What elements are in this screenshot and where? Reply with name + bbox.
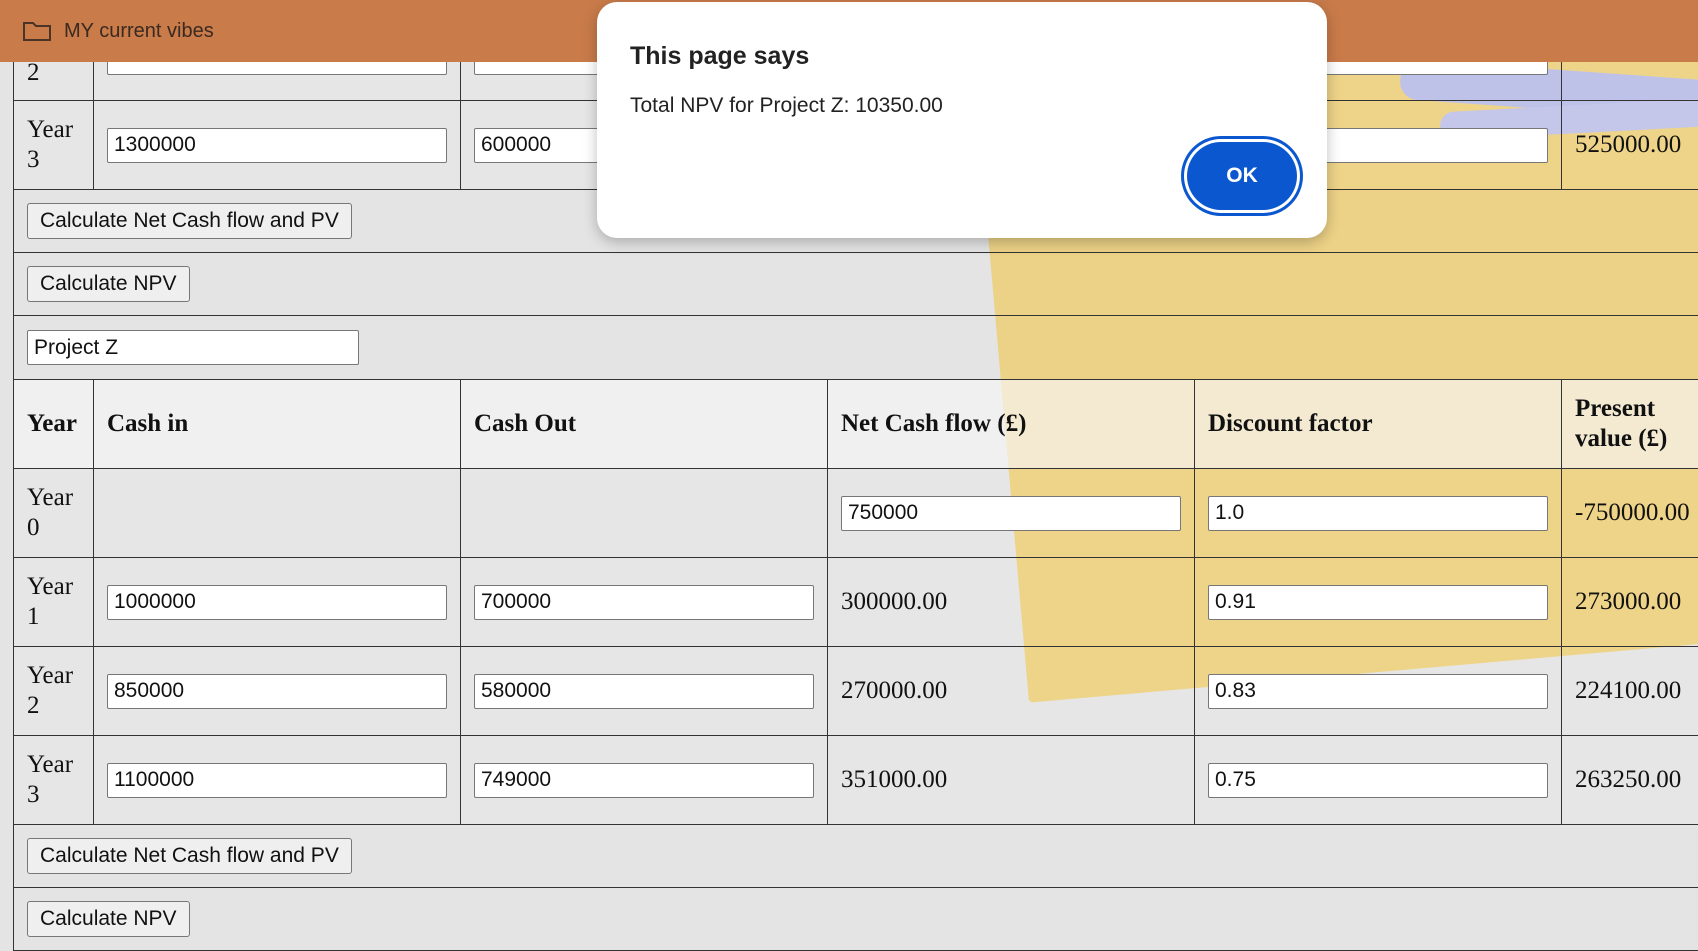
project-name-input[interactable] bbox=[27, 330, 359, 365]
cash-out-input[interactable] bbox=[474, 674, 814, 709]
cash-in-input[interactable] bbox=[107, 763, 447, 798]
col-header-year: Year bbox=[14, 380, 94, 469]
calc-npv-button[interactable]: Calculate NPV bbox=[27, 266, 190, 302]
year-label: Year 2 bbox=[14, 647, 94, 736]
dialog-title: This page says bbox=[630, 42, 809, 71]
col-header-cash-out: Cash Out bbox=[461, 380, 828, 469]
net-cash-input[interactable] bbox=[841, 496, 1181, 531]
year-label: Year 1 bbox=[14, 558, 94, 647]
window-title: MY current vibes bbox=[64, 20, 214, 43]
col-header-cash-in: Cash in bbox=[94, 380, 461, 469]
year-label: Year 3 bbox=[14, 736, 94, 825]
action-row: Calculate Net Cash flow and PV bbox=[14, 825, 1698, 888]
folder-icon bbox=[22, 20, 52, 42]
calc-npv-button[interactable]: Calculate NPV bbox=[27, 901, 190, 937]
col-header-pv: Present value (£) bbox=[1562, 380, 1698, 469]
table-row: Year 3 351000.00 263250.00 bbox=[14, 736, 1698, 825]
ok-button[interactable]: OK bbox=[1187, 142, 1297, 210]
discount-input[interactable] bbox=[1208, 763, 1548, 798]
col-header-net: Net Cash flow (£) bbox=[828, 380, 1195, 469]
cash-out-input[interactable] bbox=[474, 763, 814, 798]
discount-input[interactable] bbox=[1208, 674, 1548, 709]
cash-in-input[interactable] bbox=[107, 674, 447, 709]
net-cash-value: 270000.00 bbox=[828, 647, 1195, 736]
table-row: Year 1 300000.00 273000.00 bbox=[14, 558, 1698, 647]
table-row: Year 0 -750000.00 bbox=[14, 469, 1698, 558]
discount-input[interactable] bbox=[1208, 496, 1548, 531]
net-cash-value: 300000.00 bbox=[828, 558, 1195, 647]
discount-input[interactable] bbox=[1208, 585, 1548, 620]
present-value: -750000.00 bbox=[1562, 469, 1698, 558]
present-value: 224100.00 bbox=[1562, 647, 1698, 736]
present-value: 525000.00 bbox=[1562, 101, 1698, 190]
project-name-row bbox=[14, 316, 1698, 380]
table-row: Year 2 270000.00 224100.00 bbox=[14, 647, 1698, 736]
col-header-discount: Discount factor bbox=[1195, 380, 1562, 469]
calc-net-pv-button[interactable]: Calculate Net Cash flow and PV bbox=[27, 203, 352, 239]
year-label: Year 3 bbox=[14, 101, 94, 190]
cash-in-input[interactable] bbox=[107, 585, 447, 620]
cash-out-input[interactable] bbox=[474, 585, 814, 620]
year-label: Year 0 bbox=[14, 469, 94, 558]
net-cash-value: 351000.00 bbox=[828, 736, 1195, 825]
present-value: 263250.00 bbox=[1562, 736, 1698, 825]
cash-in-input[interactable] bbox=[107, 128, 447, 163]
table-header-row: Year Cash in Cash Out Net Cash flow (£) … bbox=[14, 380, 1698, 469]
present-value: 273000.00 bbox=[1562, 558, 1698, 647]
action-row: Calculate NPV bbox=[14, 888, 1698, 951]
action-row: Calculate NPV bbox=[14, 253, 1698, 316]
calc-net-pv-button[interactable]: Calculate Net Cash flow and PV bbox=[27, 838, 352, 874]
dialog-message: Total NPV for Project Z: 10350.00 bbox=[630, 94, 943, 118]
alert-dialog: This page says Total NPV for Project Z: … bbox=[597, 2, 1327, 238]
